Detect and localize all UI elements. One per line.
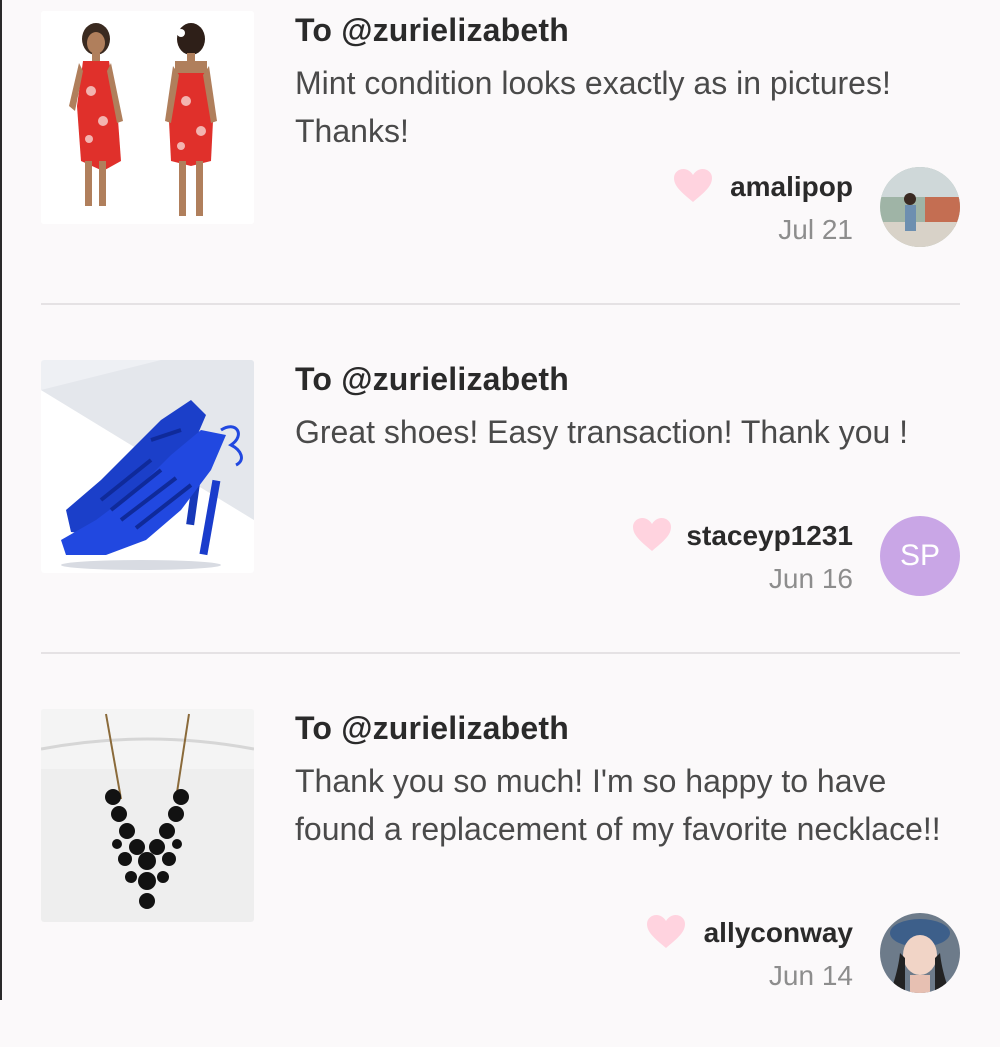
heart-icon[interactable]	[646, 914, 686, 950]
reviewer-username[interactable]: allyconway	[704, 914, 853, 952]
divider	[41, 652, 960, 654]
listing-thumbnail-necklace[interactable]	[41, 709, 254, 922]
heart-icon[interactable]	[673, 168, 713, 204]
review-item: To @zurielizabeth Mint condition looks e…	[0, 0, 1000, 349]
listing-thumbnail-heels[interactable]	[41, 360, 254, 573]
review-meta: amalipop Jul 21	[730, 168, 853, 254]
heart-icon[interactable]	[632, 517, 672, 553]
divider	[41, 303, 960, 305]
necklace-image	[41, 709, 254, 922]
reviewer-username[interactable]: staceyp1231	[686, 517, 853, 555]
review-comment: Mint condition looks exactly as in pictu…	[295, 65, 891, 149]
review-recipient[interactable]: To @zurielizabeth	[295, 12, 569, 49]
review-meta: staceyp1231 Jun 16	[686, 517, 853, 603]
reviewer-username[interactable]: amalipop	[730, 168, 853, 206]
review-meta: allyconway Jun 14	[704, 914, 853, 1000]
heels-image	[41, 360, 254, 573]
review-recipient[interactable]: To @zurielizabeth	[295, 710, 569, 747]
review-comment: Thank you so much! I'm so happy to have …	[295, 763, 941, 847]
review-comment: Great shoes! Easy transaction! Thank you…	[295, 414, 909, 450]
avatar-photo-allyconway	[880, 913, 960, 993]
review-date: Jun 14	[768, 960, 853, 991]
listing-thumbnail-sarong[interactable]	[41, 11, 254, 224]
avatar-photo-amalipop	[880, 167, 960, 247]
review-date: Jun 16	[768, 563, 853, 594]
reviewer-avatar[interactable]: SP	[880, 516, 960, 596]
review-recipient[interactable]: To @zurielizabeth	[295, 361, 569, 398]
review-item: To @zurielizabeth Great shoes! Easy tran…	[0, 349, 1000, 698]
reviewer-avatar[interactable]	[880, 913, 960, 993]
review-date: Jul 21	[778, 214, 853, 245]
sarong-image	[41, 11, 254, 224]
review-item: To @zurielizabeth Thank you so much! I'm…	[0, 698, 1000, 1047]
reviewer-avatar[interactable]	[880, 167, 960, 247]
